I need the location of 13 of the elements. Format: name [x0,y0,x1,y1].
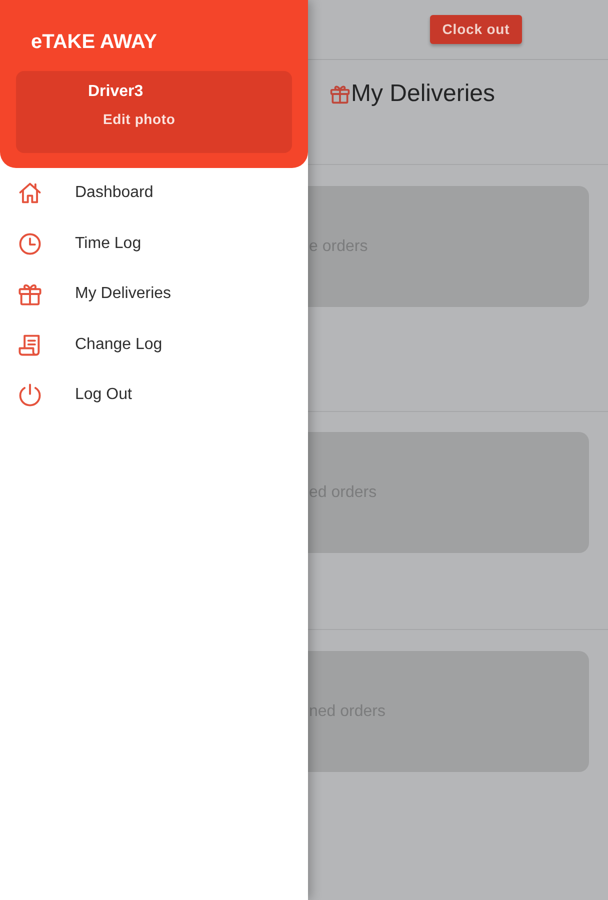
clock-out-button[interactable]: Clock out [430,15,522,44]
page-title: My Deliveries [351,79,496,109]
clock-icon [17,230,43,257]
menu-item[interactable]: Change Log [0,320,308,370]
menu-item[interactable]: Log Out [0,370,308,420]
menu-item[interactable]: Dashboard [0,168,308,218]
app-title: eTAKE AWAY [30,30,157,55]
menu-item[interactable]: My Deliveries [0,269,308,320]
menu-item[interactable]: Time Log [0,218,308,269]
edit-photo-button[interactable]: Edit photo [103,110,176,128]
gift-icon [329,83,351,105]
driver-name: Driver3 [88,82,144,102]
power-icon [17,382,43,408]
